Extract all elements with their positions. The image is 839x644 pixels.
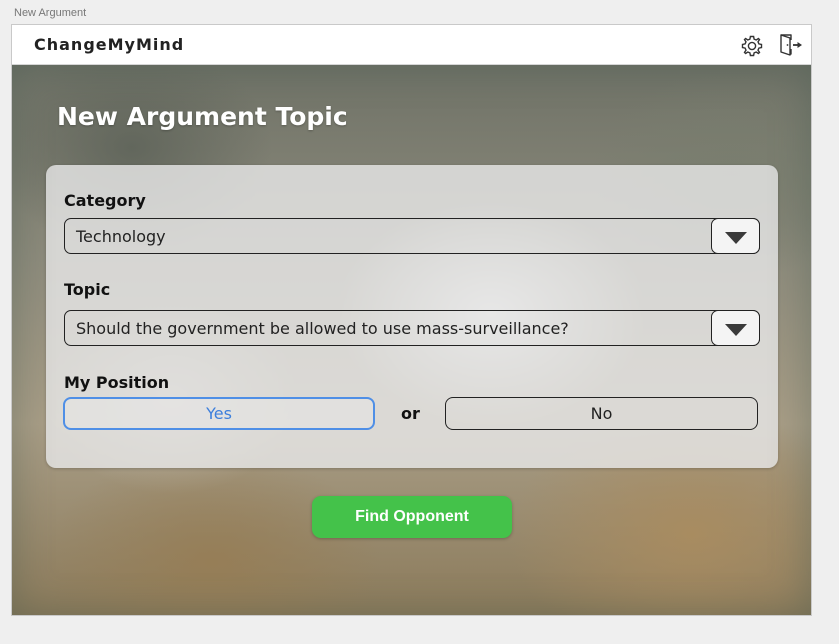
gear-icon[interactable] (740, 34, 764, 58)
page-title: New Argument Topic (57, 102, 348, 131)
exit-door-icon[interactable] (778, 33, 804, 57)
topic-select[interactable]: Should the government be allowed to use … (64, 310, 760, 346)
topic-label: Topic (64, 280, 111, 299)
background-image: New Argument Topic Category Technology T… (12, 65, 811, 615)
position-label: My Position (64, 373, 170, 392)
find-opponent-button[interactable]: Find Opponent (312, 496, 512, 538)
topic-value: Should the government be allowed to use … (76, 319, 569, 338)
brand-logo: ChangeMyMind (34, 35, 185, 54)
category-value: Technology (76, 227, 166, 246)
position-yes-button[interactable]: Yes (63, 397, 375, 430)
chevron-down-icon[interactable] (711, 310, 760, 346)
top-bar: ChangeMyMind (12, 25, 811, 65)
window-caption: New Argument (14, 7, 87, 19)
position-no-button[interactable]: No (445, 397, 758, 430)
argument-form-card: Category Technology Topic Should the gov… (46, 165, 778, 468)
category-select[interactable]: Technology (64, 218, 760, 254)
category-label: Category (64, 191, 146, 210)
app-window: ChangeMyMind New Argument Topic Category… (11, 24, 812, 616)
or-label: or (401, 404, 420, 423)
chevron-down-icon[interactable] (711, 218, 760, 254)
